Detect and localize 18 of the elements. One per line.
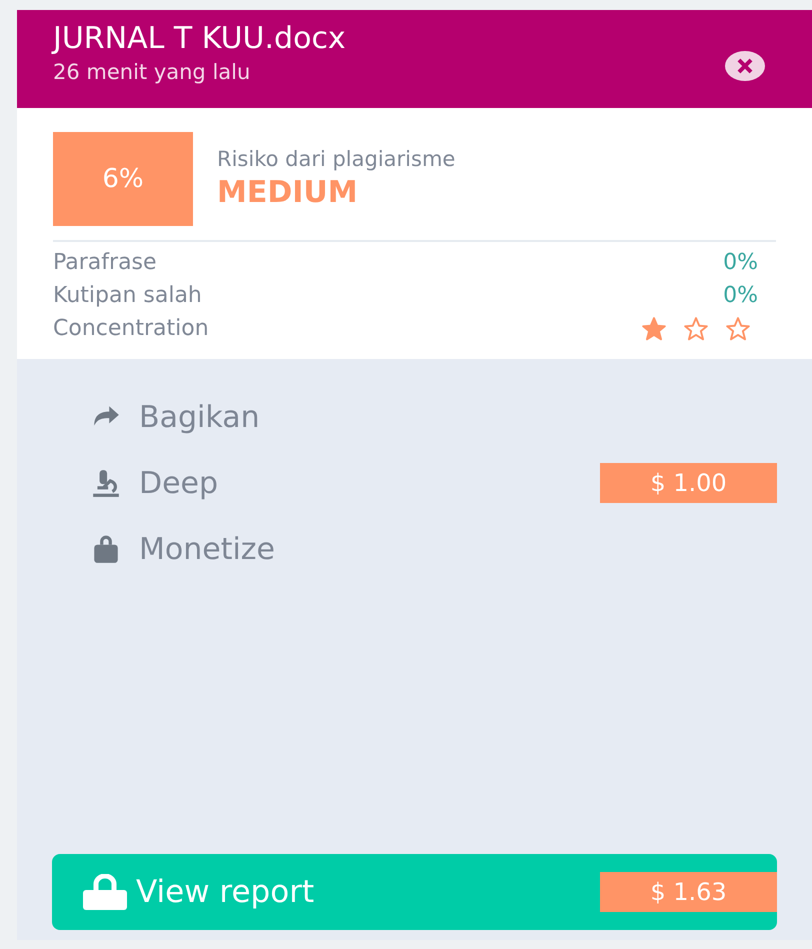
view-report-button[interactable]: View report $ 1.63 (52, 854, 777, 930)
lock-icon (82, 874, 128, 910)
file-name: JURNAL T KUU.docx (53, 20, 346, 58)
risk-percent: 6% (53, 132, 193, 226)
action-link[interactable]: Bagikan (139, 394, 260, 440)
metric-value: 0% (723, 249, 758, 277)
timestamp: 26 menit yang lalu (53, 59, 252, 86)
action-link[interactable]: Monetize (139, 526, 276, 572)
metric-label: Concentration (53, 315, 209, 343)
action-link[interactable]: Deep (139, 460, 218, 506)
metric-label: Kutipan salah (53, 282, 202, 310)
risk-level: MEDIUM (217, 176, 359, 210)
metric-value: 0% (723, 282, 758, 310)
risk-label: Risiko dari plagiarisme (217, 146, 456, 173)
price-tag: $ 1.63 (600, 872, 777, 912)
price-tag: $ 1.00 (600, 463, 777, 503)
metric-label: Parafrase (53, 249, 157, 277)
close-icon[interactable] (724, 50, 766, 82)
